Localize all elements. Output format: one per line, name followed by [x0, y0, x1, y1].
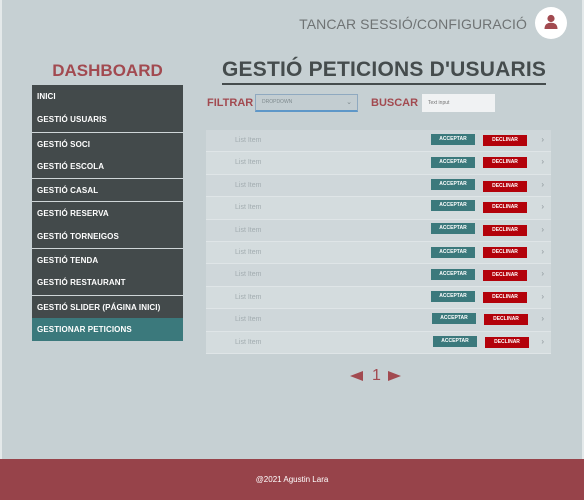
accept-button[interactable]: ACCEPTAR — [432, 313, 476, 325]
logout-settings-link[interactable]: TANCAR SESSIÓ/CONFIGURACIÓ — [299, 16, 527, 32]
chevron-down-icon: ⌄ — [346, 99, 352, 106]
decline-button[interactable]: DECLINAR — [483, 157, 527, 169]
accept-button[interactable]: ACCEPTAR — [431, 178, 475, 190]
accept-button[interactable]: ACCEPTAR — [431, 222, 475, 234]
sidebar-item-reserva[interactable]: GESTIÓ RESERVA — [32, 201, 183, 225]
filter-dropdown[interactable]: DROPDOWN ⌄ — [255, 94, 358, 112]
list-item-label: List Item — [235, 159, 262, 167]
decline-button[interactable]: DECLINAR — [484, 314, 528, 326]
sidebar-item-restaurant[interactable]: GESTIÓ RESTAURANT — [32, 271, 183, 295]
footer: @2021 Agustin Lara — [0, 459, 584, 500]
list-item[interactable]: List Item ACCEPTAR DECLINAR › — [206, 241, 551, 265]
sidebar-item-slider[interactable]: GESTIÓ SLIDER (PÁGINA INICI) — [32, 294, 183, 318]
accept-button[interactable]: ACCEPTAR — [431, 134, 475, 145]
chevron-right-icon[interactable]: › — [541, 202, 544, 211]
accept-button[interactable]: ACCEPTAR — [431, 290, 475, 302]
requests-list: List Item ACCEPTAR DECLINAR › List Item … — [206, 130, 551, 354]
search-label: BUSCAR — [371, 97, 419, 109]
list-item[interactable]: List Item ACCEPTAR DECLINAR › — [206, 197, 551, 220]
sidebar-item-usuaris[interactable]: GESTIÓ USUARIS — [32, 108, 183, 132]
chevron-right-icon[interactable]: › — [541, 180, 544, 189]
copyright-text: @2021 Agustin Lara — [255, 475, 329, 484]
list-item[interactable]: List Item ACCEPTAR DECLINAR › — [206, 174, 551, 198]
sidebar-item-peticions[interactable]: GESTIONAR PETICIONS — [32, 317, 183, 342]
list-item-label: List Item — [235, 338, 262, 346]
list-item-label: List Item — [235, 137, 262, 144]
chevron-right-icon[interactable]: › — [541, 337, 544, 346]
decline-button[interactable]: DECLINAR — [483, 224, 527, 236]
sidebar-item-escola[interactable]: GESTIÓ ESCOLA — [32, 154, 183, 179]
list-item[interactable]: List Item ACCEPTAR DECLINAR › — [206, 286, 551, 310]
list-item[interactable]: List Item ACCEPTAR DECLINAR › — [206, 130, 551, 153]
sidebar-item-soci[interactable]: GESTIÓ SOCI — [32, 131, 183, 155]
page-number[interactable]: 1 — [372, 367, 381, 385]
list-item[interactable]: List Item ACCEPTAR DECLINAR › — [206, 309, 551, 332]
decline-button[interactable]: DECLINAR — [483, 246, 527, 258]
decline-button[interactable]: DECLINAR — [483, 180, 527, 192]
accept-button[interactable]: ACCEPTAR — [431, 246, 475, 258]
avatar[interactable] — [535, 7, 567, 39]
list-item[interactable]: List Item ACCEPTAR DECLINAR › — [206, 219, 551, 242]
accept-button[interactable]: ACCEPTAR — [431, 200, 475, 212]
sidebar-item-tenda[interactable]: GESTIÓ TENDA — [32, 248, 183, 272]
list-item-label: List Item — [235, 226, 262, 234]
chevron-right-icon[interactable]: › — [541, 135, 544, 144]
list-item-label: List Item — [235, 293, 262, 301]
pagination: 1 — [350, 367, 405, 387]
previous-page-icon[interactable] — [350, 371, 363, 381]
chevron-right-icon[interactable]: › — [541, 157, 544, 166]
decline-button[interactable]: DECLINAR — [483, 202, 527, 214]
page-title: GESTIÓ PETICIONS D'USUARIS — [222, 58, 547, 85]
accept-button[interactable]: ACCEPTAR — [431, 269, 475, 281]
list-item-label: List Item — [235, 316, 262, 324]
chevron-right-icon[interactable]: › — [541, 269, 544, 278]
chevron-right-icon[interactable]: › — [541, 247, 544, 256]
chevron-right-icon[interactable]: › — [541, 292, 544, 301]
decline-button[interactable]: DECLINAR — [485, 336, 529, 348]
decline-button[interactable]: DECLINAR — [483, 270, 527, 282]
accept-button[interactable]: ACCEPTAR — [431, 157, 475, 169]
list-item-label: List Item — [235, 181, 262, 189]
user-icon — [544, 14, 558, 29]
accept-button[interactable]: ACCEPTAR — [433, 335, 477, 347]
sidebar-item-casal[interactable]: GESTIÓ CASAL — [32, 178, 183, 202]
dashboard-title: DASHBOARD — [52, 61, 163, 80]
list-item[interactable]: List Item ACCEPTAR DECLINAR › — [206, 331, 551, 354]
dropdown-value: DROPDOWN — [262, 99, 293, 105]
next-page-icon[interactable] — [388, 371, 401, 381]
list-item-label: List Item — [235, 204, 262, 212]
chevron-right-icon[interactable]: › — [541, 225, 544, 234]
list-item[interactable]: List Item ACCEPTAR DECLINAR › — [206, 152, 551, 175]
list-item[interactable]: List Item ACCEPTAR DECLINAR › — [206, 264, 551, 287]
sidebar: INICI GESTIÓ USUARIS GESTIÓ SOCI GESTIÓ … — [32, 85, 183, 342]
chevron-right-icon[interactable]: › — [541, 314, 544, 323]
decline-button[interactable]: DECLINAR — [483, 135, 527, 146]
filter-label: FILTRAR — [207, 97, 254, 109]
search-input[interactable] — [422, 94, 495, 112]
decline-button[interactable]: DECLINAR — [483, 291, 527, 303]
sidebar-item-torneigos[interactable]: GESTIÓ TORNEIGOS — [32, 224, 183, 249]
sidebar-item-inici[interactable]: INICI — [32, 85, 183, 109]
list-item-label: List Item — [235, 271, 262, 279]
list-item-label: List Item — [235, 248, 262, 256]
